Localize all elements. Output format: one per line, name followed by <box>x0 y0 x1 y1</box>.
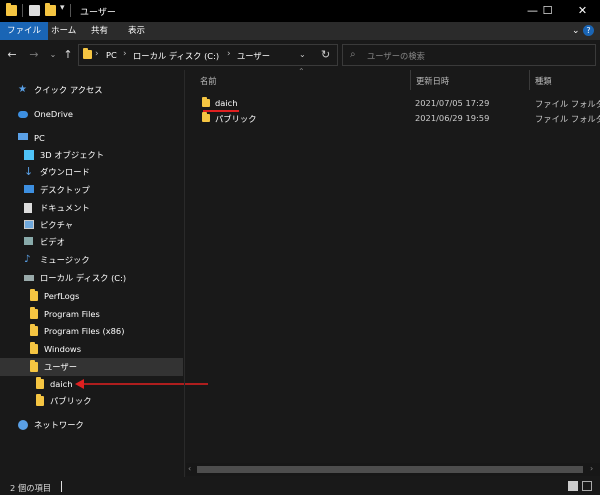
table-row[interactable]: daich 2021/07/05 17:29 ファイル フォルダー <box>186 95 600 112</box>
video-icon <box>24 237 33 245</box>
divider <box>70 4 71 17</box>
download-icon: ↓ <box>24 165 34 178</box>
large-icons-view-icon[interactable] <box>582 481 592 491</box>
folder-icon <box>36 394 44 406</box>
tab-share[interactable]: 共有 <box>85 22 114 40</box>
status-bar: 2 個の項目 <box>0 477 600 495</box>
tab-home[interactable]: ホーム <box>45 22 82 40</box>
file-date: 2021/07/05 17:29 <box>415 98 490 108</box>
breadcrumb-users[interactable]: ユーザー <box>237 50 270 62</box>
ribbon-tabs: ファイル ホーム 共有 表示 ⌄ ? <box>0 22 600 40</box>
star-icon: ★ <box>18 84 27 95</box>
divider <box>61 481 62 492</box>
navigation-pane-divider <box>184 70 185 477</box>
divider <box>22 4 23 17</box>
folder-icon <box>202 112 210 122</box>
title-bar: ▾ ユーザー — ☐ ✕ <box>0 0 600 22</box>
tab-view[interactable]: 表示 <box>122 22 151 40</box>
column-divider[interactable] <box>529 70 530 90</box>
folder-icon <box>6 3 17 16</box>
folder-icon <box>30 289 38 301</box>
scroll-right-icon[interactable]: › <box>590 464 593 473</box>
folder-icon <box>202 97 210 107</box>
properties-icon[interactable] <box>29 5 40 16</box>
folder-icon <box>36 377 44 389</box>
music-icon: ♪ <box>24 254 31 265</box>
chevron-down-icon[interactable]: ▾ <box>60 3 68 14</box>
desktop-icon <box>24 185 34 193</box>
network-icon <box>18 420 28 430</box>
help-icon[interactable]: ? <box>583 25 594 36</box>
computer-icon <box>18 133 28 140</box>
search-box[interactable]: ⌕ ユーザーの検索 <box>342 44 596 66</box>
file-date: 2021/06/29 19:59 <box>415 113 490 123</box>
folder-icon <box>30 360 38 372</box>
horizontal-scrollbar[interactable]: ‹ › <box>186 463 600 476</box>
address-dropdown-icon[interactable]: ⌄ <box>299 50 306 59</box>
new-folder-icon[interactable] <box>45 3 56 16</box>
column-name[interactable]: 名前 <box>200 75 217 87</box>
picture-icon <box>24 220 34 229</box>
back-button[interactable]: ← <box>6 48 18 62</box>
file-name: daich <box>215 98 238 108</box>
drive-icon <box>24 275 34 281</box>
folder-icon <box>30 324 38 336</box>
up-button[interactable]: ↑ <box>62 48 74 62</box>
annotation-arrow <box>75 379 208 389</box>
folder-icon <box>30 342 38 354</box>
cloud-icon <box>18 111 28 118</box>
scrollbar-thumb[interactable] <box>197 466 583 473</box>
file-name: パブリック <box>215 114 257 124</box>
navigation-pane: ★ クイック アクセス OneDrive PC 3D オブジェクト ↓ ダウンロ… <box>0 70 208 477</box>
scroll-left-icon[interactable]: ‹ <box>188 464 191 473</box>
refresh-icon[interactable]: ↻ <box>321 48 330 61</box>
breadcrumb-local-disk[interactable]: ローカル ディスク (C:) <box>133 50 219 62</box>
search-input[interactable]: ユーザーの検索 <box>367 50 425 62</box>
folder-icon <box>30 307 38 319</box>
search-icon: ⌕ <box>350 49 356 60</box>
cube-icon <box>24 150 34 160</box>
item-count: 2 個の項目 <box>10 483 52 493</box>
file-type: ファイル フォルダー <box>535 99 600 109</box>
document-icon <box>24 203 32 213</box>
close-button[interactable]: ✕ <box>560 0 600 22</box>
breadcrumb-pc[interactable]: PC <box>106 50 117 60</box>
table-row[interactable]: パブリック 2021/06/29 19:59 ファイル フォルダー <box>186 110 600 126</box>
details-view-icon[interactable] <box>568 481 578 491</box>
sort-ascending-icon: ⌃ <box>298 67 305 76</box>
window-title: ユーザー <box>80 8 116 18</box>
column-divider[interactable] <box>410 70 411 90</box>
selection-highlight <box>0 358 183 376</box>
recent-locations-icon[interactable]: ⌄ <box>47 48 59 62</box>
column-type[interactable]: 種類 <box>535 75 552 87</box>
address-bar[interactable]: › PC › ローカル ディスク (C:) › ユーザー ⌄ ↻ <box>78 44 338 66</box>
tab-file[interactable]: ファイル <box>0 22 49 40</box>
folder-icon <box>83 48 92 59</box>
column-date[interactable]: 更新日時 <box>416 75 449 87</box>
column-header-row: 名前 ⌃ 更新日時 種類 <box>186 67 600 90</box>
file-type: ファイル フォルダー <box>535 114 600 124</box>
forward-button[interactable]: → <box>28 48 40 62</box>
